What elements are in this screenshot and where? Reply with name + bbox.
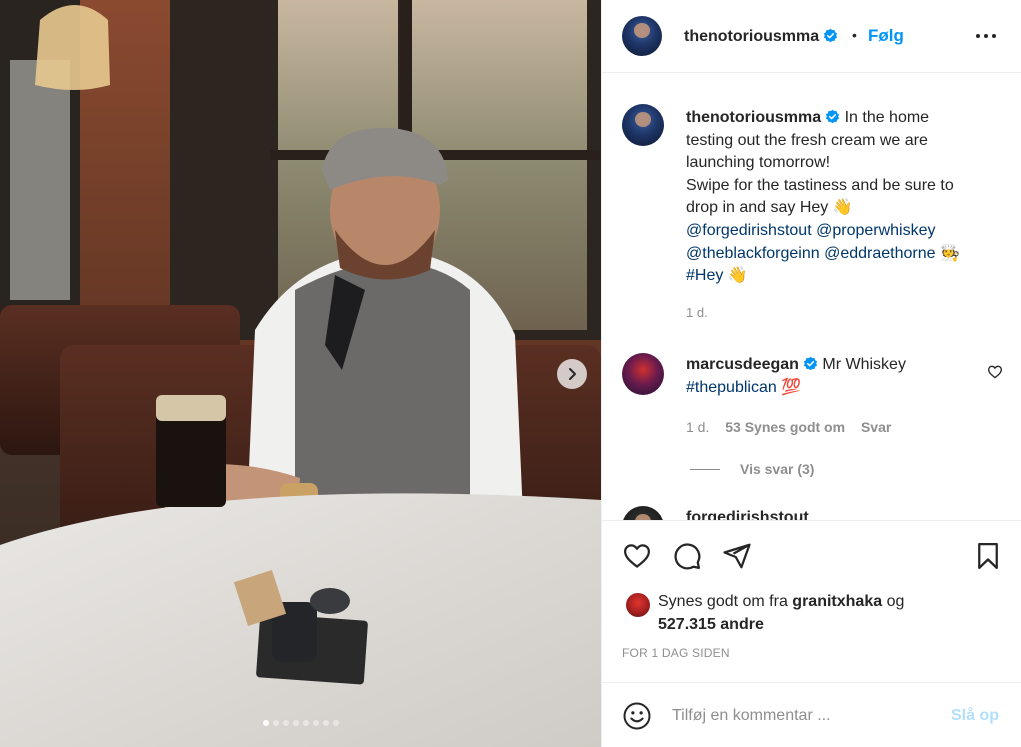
post-photo — [0, 0, 601, 747]
emoji: 💯 — [781, 379, 802, 396]
chevron-right-icon — [569, 368, 576, 380]
emoji: 🧑‍🍳 — [940, 244, 960, 262]
post-actions — [602, 520, 1021, 588]
carousel-dot — [332, 720, 339, 726]
comment-bubble-icon[interactable] — [672, 541, 702, 571]
commenter-avatar[interactable] — [622, 353, 664, 395]
carousel-dot — [302, 720, 309, 726]
verified-badge-icon — [824, 28, 838, 43]
comment-meta: 1 d. 53 Synes godt om Svar — [686, 419, 903, 435]
caption-text: drop in and say Hey 👋 — [686, 199, 853, 217]
post-header: thenotoriousmma • Følg — [602, 0, 1021, 73]
header-separator: • — [852, 27, 857, 43]
likes-text: Synes godt om fra granitxhaka og 527.315… — [658, 590, 958, 636]
verified-badge-icon — [803, 356, 817, 371]
mention-link[interactable]: @theblackforgeinn — [686, 245, 820, 262]
hashtag-link[interactable]: #Hey — [686, 267, 723, 284]
post-image[interactable] — [0, 0, 601, 747]
carousel-dot — [282, 720, 289, 726]
save-bookmark-icon[interactable] — [973, 541, 1003, 571]
view-replies-label[interactable]: Vis svar (3) — [740, 461, 814, 477]
comment-body: Mr Whiskey — [822, 356, 906, 373]
carousel-dot — [322, 720, 329, 726]
caption-text: Swipe for the tastiness and be sure to — [686, 176, 954, 194]
author-username-text[interactable]: thenotoriousmma — [684, 28, 819, 45]
mention-link[interactable]: @forgedirishstout — [686, 222, 812, 239]
carousel-dot — [272, 720, 279, 726]
carousel-dot — [292, 720, 299, 726]
view-replies-button[interactable]: Vis svar (3) — [690, 461, 814, 477]
caption-avatar[interactable] — [622, 104, 664, 146]
partial-comment: forgedirishstout — [622, 506, 1002, 520]
next-image-button[interactable] — [557, 359, 587, 389]
carousel-indicator — [0, 720, 601, 726]
caption-text: In the home — [844, 109, 930, 126]
post-comment-button[interactable]: Slå op — [951, 707, 999, 725]
replies-divider — [690, 468, 720, 470]
avatar[interactable] — [622, 16, 662, 56]
caption-text: testing out the fresh cream we are — [686, 131, 928, 149]
comments-list[interactable]: thenotoriousmma In the home testing out … — [602, 74, 1021, 520]
emoji: 👋 — [727, 267, 748, 285]
hashtag-link[interactable]: #thepublican — [686, 379, 777, 396]
author-username[interactable]: thenotoriousmma — [684, 28, 838, 46]
follow-button[interactable]: Følg — [868, 26, 904, 46]
mention-link[interactable]: @properwhiskey — [816, 222, 935, 239]
add-comment-bar: Slå op — [602, 682, 1021, 747]
comment-like-heart-icon[interactable] — [987, 364, 1003, 380]
commenter-username[interactable]: marcusdeegan — [686, 356, 799, 373]
comment-timestamp[interactable]: 1 d. — [686, 419, 709, 435]
caption-username[interactable]: thenotoriousmma — [686, 109, 821, 126]
verified-badge-icon — [826, 109, 840, 124]
comment-text: marcusdeegan Mr Whiskey #thepublican 💯 — [686, 353, 976, 399]
emoji-picker-icon[interactable] — [622, 701, 652, 731]
caption-text: launching tomorrow! — [686, 154, 831, 172]
more-options-icon[interactable] — [974, 28, 998, 44]
reply-button[interactable]: Svar — [861, 419, 891, 435]
liker-avatar[interactable] — [626, 593, 650, 617]
commenter-username[interactable]: forgedirishstout — [686, 509, 809, 520]
comment-input[interactable] — [672, 703, 942, 729]
like-heart-icon[interactable] — [622, 541, 652, 571]
likes-prefix: Synes godt om fra — [658, 593, 788, 610]
commenter-avatar[interactable] — [622, 506, 664, 520]
share-paper-plane-icon[interactable] — [722, 541, 752, 571]
caption-timestamp[interactable]: 1 d. — [686, 305, 708, 320]
carousel-dot — [262, 720, 269, 726]
mention-link[interactable]: @eddraethorne — [824, 245, 935, 262]
carousel-dot — [312, 720, 319, 726]
post-caption: thenotoriousmma In the home testing out … — [686, 107, 1002, 288]
post-timestamp[interactable]: FOR 1 DAG SIDEN — [622, 646, 730, 660]
likes-conjunction: og — [886, 593, 905, 610]
liker-username[interactable]: granitxhaka — [792, 593, 882, 610]
comment-likes-count[interactable]: 53 Synes godt om — [725, 419, 845, 435]
post-side-panel: thenotoriousmma • Følg thenotoriousmma I… — [601, 0, 1021, 747]
likes-count[interactable]: 527.315 andre — [658, 616, 764, 633]
